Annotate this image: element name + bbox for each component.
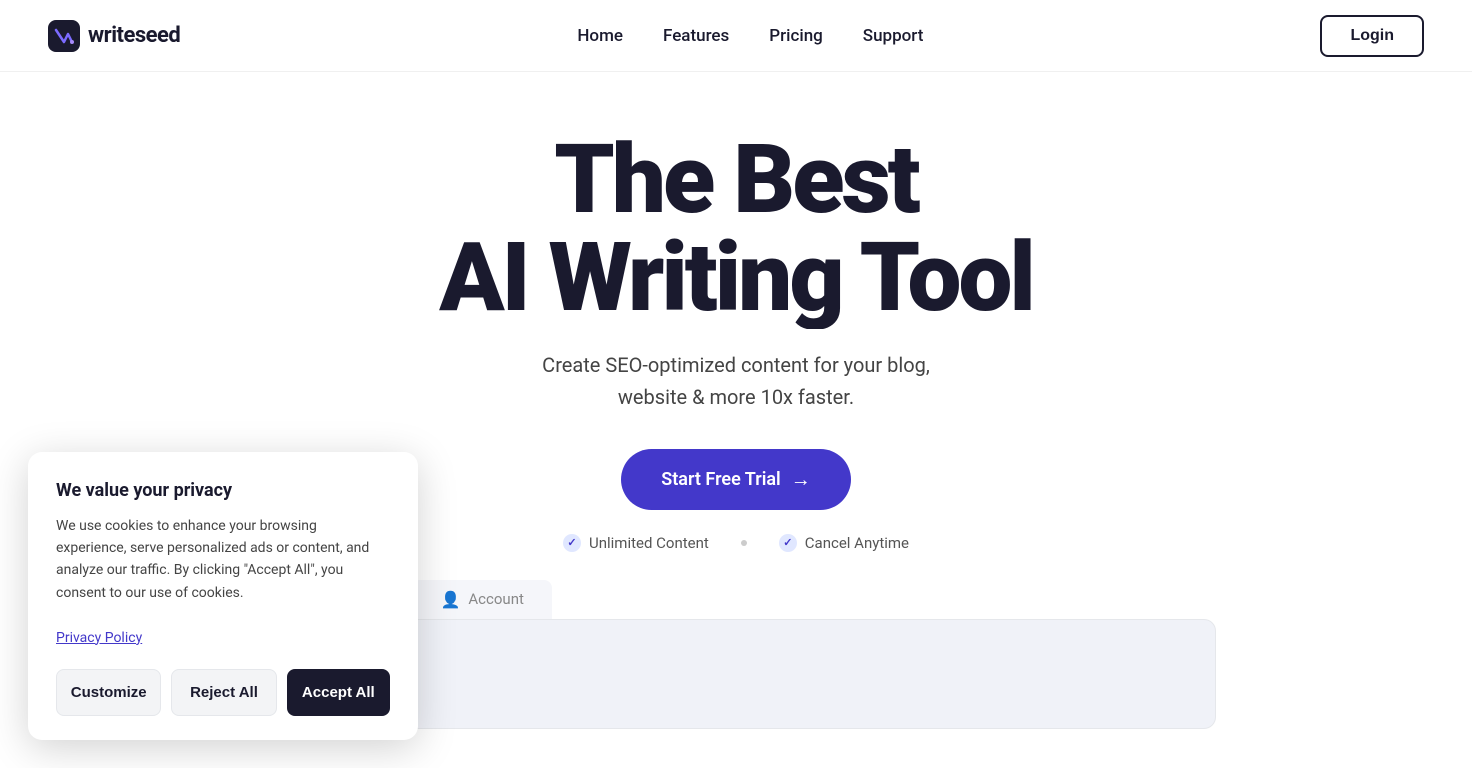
privacy-policy-link[interactable]: Privacy Policy (56, 630, 142, 646)
login-button[interactable]: Login (1320, 15, 1424, 57)
hero-sub-line2: website & more 10x faster. (618, 385, 854, 409)
hero-headline-line2: AI Writing Tool (439, 228, 1033, 329)
customize-button[interactable]: Customize (56, 669, 161, 716)
badge-check-icon-1 (563, 534, 581, 552)
start-free-trial-button[interactable]: Start Free Trial → (621, 449, 850, 510)
hero-headline: The Best AI Writing Tool (439, 132, 1033, 329)
hero-subtext: Create SEO-optimized content for your bl… (542, 349, 930, 413)
nav-item-pricing[interactable]: Pricing (769, 26, 823, 46)
tab-account-label: Account (468, 590, 524, 608)
logo[interactable]: writeseed (48, 20, 180, 52)
logo-text: writeseed (88, 23, 180, 48)
badge-separator (741, 540, 747, 546)
navbar: writeseed Home Features Pricing Support … (0, 0, 1472, 72)
account-tab-icon: 👤 (440, 590, 460, 609)
hero-badges: Unlimited Content Cancel Anytime (563, 534, 909, 552)
cookie-body-text: We use cookies to enhance your browsing … (56, 518, 369, 601)
cookie-actions: Customize Reject All Accept All (56, 669, 390, 716)
hero-sub-line1: Create SEO-optimized content for your bl… (542, 353, 930, 377)
badge-label-2: Cancel Anytime (805, 534, 909, 552)
badge-unlimited: Unlimited Content (563, 534, 709, 552)
cookie-banner: We value your privacy We use cookies to … (28, 452, 418, 740)
cta-label: Start Free Trial (661, 469, 780, 490)
tab-account[interactable]: 👤 Account (412, 580, 551, 619)
cta-arrow-icon: → (791, 467, 811, 492)
nav-links: Home Features Pricing Support (577, 26, 923, 46)
badge-cancel: Cancel Anytime (779, 534, 909, 552)
cookie-title: We value your privacy (56, 480, 390, 501)
nav-item-home[interactable]: Home (577, 26, 623, 46)
accept-all-button[interactable]: Accept All (287, 669, 390, 716)
badge-check-icon-2 (779, 534, 797, 552)
logo-icon (48, 20, 80, 52)
nav-item-support[interactable]: Support (863, 26, 924, 46)
nav-item-features[interactable]: Features (663, 26, 729, 46)
hero-headline-line1: The Best (439, 132, 1033, 228)
reject-all-button[interactable]: Reject All (171, 669, 276, 716)
cookie-body: We use cookies to enhance your browsing … (56, 515, 390, 649)
badge-label-1: Unlimited Content (589, 534, 709, 552)
